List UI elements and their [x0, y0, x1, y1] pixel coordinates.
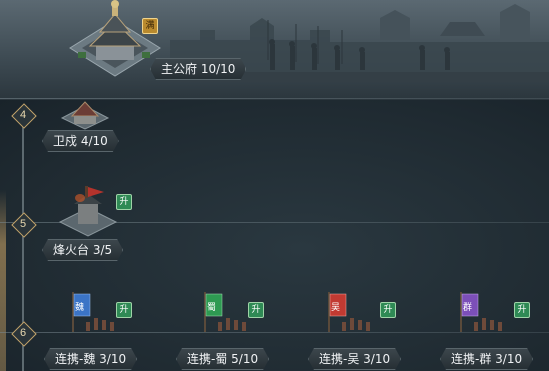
building-tree-screen: 4 5 6 满 主公府 10/10 卫戍 4/10 升 烽火台 3/5 魏 升 … — [0, 0, 549, 371]
upgrade-badge[interactable]: 升 — [380, 302, 396, 318]
garrison-building[interactable] — [60, 96, 110, 130]
alliance-shu-label[interactable]: 连携-蜀 5/10 — [176, 348, 269, 370]
garrison-icon — [60, 101, 110, 130]
wu-flag-camp-icon — [328, 292, 370, 332]
qun-flag-camp-icon — [460, 292, 502, 332]
beacon-tower-icon — [58, 186, 118, 237]
alliance-wu-building[interactable]: 吴 — [320, 290, 380, 340]
garrison-label[interactable]: 卫戍 4/10 — [42, 130, 119, 152]
qun-flag-char: 群 — [463, 303, 473, 313]
shu-flag-camp-icon — [204, 292, 246, 332]
upgrade-badge[interactable]: 升 — [248, 302, 264, 318]
alliance-wei-building[interactable]: 魏 — [64, 290, 124, 340]
level-number-5: 5 — [19, 218, 27, 230]
wu-flag-char: 吴 — [331, 303, 341, 313]
alliance-shu-building[interactable]: 蜀 — [196, 290, 256, 340]
main-palace-label[interactable]: 主公府 10/10 — [150, 58, 246, 80]
upgrade-badge[interactable]: 升 — [514, 302, 530, 318]
full-level-badge: 满 — [142, 18, 158, 34]
left-rail-glow — [0, 190, 6, 371]
beacon-tower-label[interactable]: 烽火台 3/5 — [42, 239, 123, 261]
upgrade-badge[interactable]: 升 — [116, 194, 132, 210]
alliance-wu-label[interactable]: 连携-吴 3/10 — [308, 348, 401, 370]
shu-flag-char: 蜀 — [207, 303, 217, 313]
wei-flag-char: 魏 — [75, 303, 85, 313]
wei-flag-camp-icon — [72, 292, 114, 332]
level-number-6: 6 — [19, 327, 27, 339]
alliance-qun-building[interactable]: 群 — [452, 290, 512, 340]
upgrade-badge[interactable]: 升 — [116, 302, 132, 318]
level-number-4: 4 — [19, 109, 27, 121]
alliance-wei-label[interactable]: 连携-魏 3/10 — [44, 348, 137, 370]
beacon-tower-building[interactable] — [58, 186, 120, 238]
alliance-qun-label[interactable]: 连携-群 3/10 — [440, 348, 533, 370]
